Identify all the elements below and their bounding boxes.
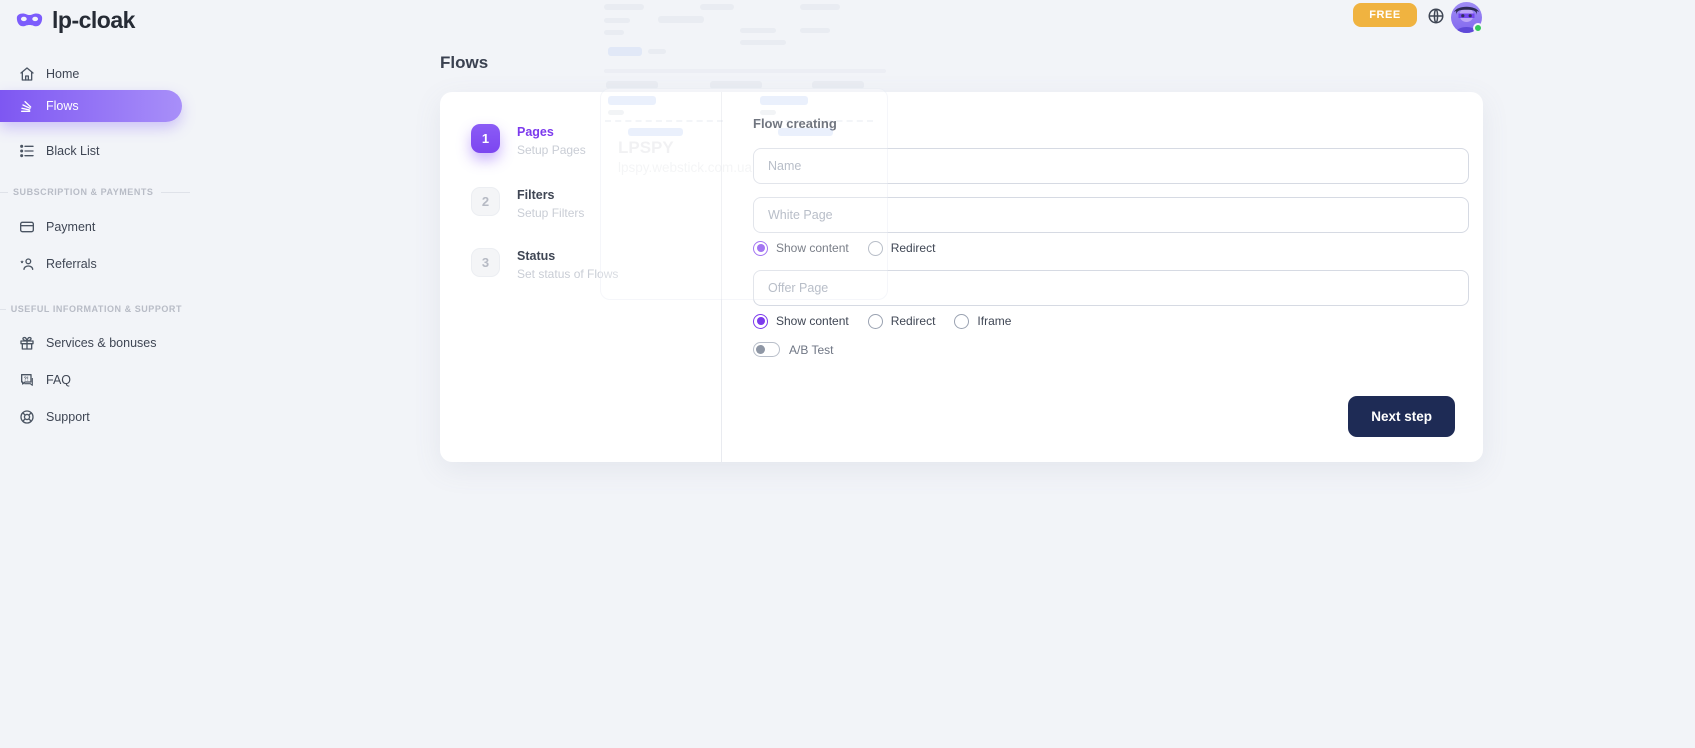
sidebar-item-support[interactable]: Support: [0, 402, 182, 432]
home-icon: [19, 66, 35, 82]
step-status[interactable]: 3 Status Set status of Flows: [471, 248, 618, 280]
plan-badge[interactable]: FREE: [1353, 3, 1417, 27]
faq-bubble-icon: ?!: [19, 372, 35, 388]
white-page-show-content-radio[interactable]: Show content: [753, 241, 849, 256]
radio-label: Show content: [776, 314, 849, 328]
section-label-text: USEFUL INFORMATION & SUPPORT: [11, 304, 182, 314]
app-name: lp-cloak: [52, 7, 135, 34]
sidebar-item-label: Black List: [46, 144, 100, 158]
white-page-input[interactable]: [753, 197, 1469, 233]
offer-page-show-content-radio[interactable]: Show content: [753, 314, 849, 329]
form-title: Flow creating: [753, 116, 837, 131]
svg-text:?!: ?!: [24, 376, 29, 382]
sidebar-item-label: Payment: [46, 220, 95, 234]
radio-icon: [753, 314, 768, 329]
sidebar-item-referrals[interactable]: Referrals: [0, 249, 182, 279]
radio-label: Show content: [776, 241, 849, 255]
sidebar-item-label: Flows: [46, 99, 79, 113]
white-page-mode-group: Show content Redirect: [753, 240, 935, 256]
sidebar-item-label: Support: [46, 410, 90, 424]
wizard-stepper: 1 Pages Setup Pages 2 Filters Setup Filt…: [440, 92, 722, 462]
sidebar-item-label: Services & bonuses: [46, 336, 156, 350]
sidebar-item-faq[interactable]: ?! FAQ: [0, 365, 182, 395]
step-subtitle: Set status of Flows: [517, 268, 618, 280]
sidebar-item-label: Referrals: [46, 257, 97, 271]
globe-icon: [1427, 7, 1445, 25]
sidebar: lp-cloak Home Flows Black List SUBSCRIPT…: [0, 0, 190, 748]
step-title: Pages: [517, 126, 586, 139]
offer-page-redirect-radio[interactable]: Redirect: [868, 314, 936, 329]
section-subscription-payments: SUBSCRIPTION & PAYMENTS: [0, 187, 190, 197]
sidebar-item-black-list[interactable]: Black List: [0, 136, 182, 166]
offer-page-iframe-radio[interactable]: Iframe: [954, 314, 1011, 329]
user-avatar[interactable]: [1451, 2, 1482, 33]
toggle-off-icon: [753, 342, 780, 357]
step-subtitle: Setup Filters: [517, 207, 584, 219]
referral-user-icon: [19, 256, 35, 272]
white-page-redirect-radio[interactable]: Redirect: [868, 241, 936, 256]
step-pages[interactable]: 1 Pages Setup Pages: [471, 124, 586, 156]
step-title: Status: [517, 250, 618, 263]
next-step-button[interactable]: Next step: [1348, 396, 1455, 437]
ab-test-label: A/B Test: [789, 343, 833, 357]
step-number: 1: [471, 124, 500, 153]
online-status-dot: [1473, 23, 1483, 33]
step-title: Filters: [517, 189, 584, 202]
flow-name-input[interactable]: [753, 148, 1469, 184]
sidebar-item-payment[interactable]: Payment: [0, 212, 182, 242]
radio-icon: [954, 314, 969, 329]
offer-page-input[interactable]: [753, 270, 1469, 306]
step-number: 3: [471, 248, 500, 277]
sidebar-item-label: FAQ: [46, 373, 71, 387]
step-subtitle: Setup Pages: [517, 144, 586, 156]
offer-page-mode-group: Show content Redirect Iframe: [753, 313, 1011, 329]
radio-icon: [868, 241, 883, 256]
sidebar-item-label: Home: [46, 67, 79, 81]
flow-creating-card: 1 Pages Setup Pages 2 Filters Setup Filt…: [440, 92, 1483, 462]
page-title: Flows: [440, 53, 488, 73]
section-label-text: SUBSCRIPTION & PAYMENTS: [13, 187, 153, 197]
sidebar-item-home[interactable]: Home: [0, 59, 182, 89]
radio-icon: [868, 314, 883, 329]
radio-label: Iframe: [977, 314, 1011, 328]
app-logo[interactable]: lp-cloak: [16, 7, 135, 34]
language-globe-button[interactable]: [1427, 7, 1445, 25]
list-icon: [19, 143, 35, 159]
mask-icon: [16, 11, 43, 30]
step-number: 2: [471, 187, 500, 216]
gift-icon: [19, 335, 35, 351]
radio-label: Redirect: [891, 314, 936, 328]
credit-card-icon: [19, 219, 35, 235]
radio-icon: [753, 241, 768, 256]
ab-test-toggle-row[interactable]: A/B Test: [753, 342, 833, 357]
sidebar-item-services-bonuses[interactable]: Services & bonuses: [0, 328, 182, 358]
section-useful-info: USEFUL INFORMATION & SUPPORT: [0, 304, 190, 314]
step-filters[interactable]: 2 Filters Setup Filters: [471, 187, 584, 219]
sidebar-item-flows[interactable]: Flows: [0, 90, 182, 122]
radio-label: Redirect: [891, 241, 936, 255]
flows-icon: [19, 98, 35, 114]
lifebuoy-icon: [19, 409, 35, 425]
flow-creating-form: Flow creating Show content Redirect Show…: [753, 92, 1469, 462]
